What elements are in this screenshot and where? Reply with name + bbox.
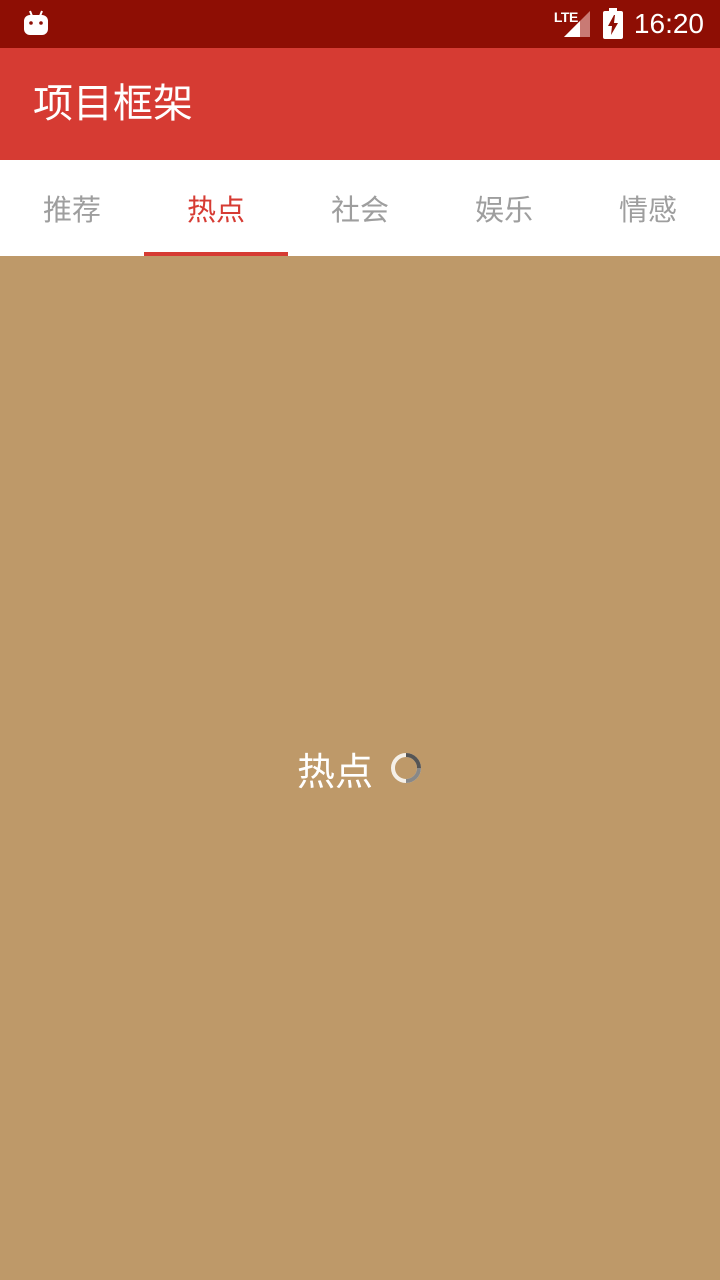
signal-indicator: LTE [554, 9, 592, 39]
tab-label: 热点 [186, 193, 245, 227]
app-bar: 项目框架 [0, 48, 720, 160]
tab-entertainment[interactable]: 娱乐 [432, 160, 576, 256]
status-bar: LTE 16:20 [0, 0, 720, 48]
tab-label: 社会 [330, 193, 389, 227]
tab-bar: 推荐 热点 社会 娱乐 情感 [0, 160, 720, 256]
loading-spinner-icon [391, 753, 421, 783]
tab-label: 娱乐 [474, 193, 533, 227]
app-screen: LTE 16:20 项目框架 推荐 热点 社会 娱乐 情感 热点 [0, 0, 720, 1280]
tab-recommend[interactable]: 推荐 [0, 160, 144, 256]
battery-charging-icon [602, 8, 623, 39]
tab-society[interactable]: 社会 [288, 160, 432, 256]
content-area[interactable]: 热点 [0, 256, 720, 1280]
loading-indicator: 热点 [0, 744, 720, 794]
loading-label: 热点 [296, 749, 373, 794]
app-title: 项目框架 [33, 81, 193, 127]
android-debug-icon [24, 10, 48, 35]
tab-hot[interactable]: 热点 [144, 160, 288, 256]
clock: 16:20 [633, 8, 704, 39]
tab-label: 推荐 [42, 193, 101, 227]
tab-label: 情感 [618, 193, 677, 227]
signal-icon [563, 11, 590, 37]
tab-emotion[interactable]: 情感 [576, 160, 720, 256]
status-icons: LTE 16:20 [554, 0, 704, 48]
